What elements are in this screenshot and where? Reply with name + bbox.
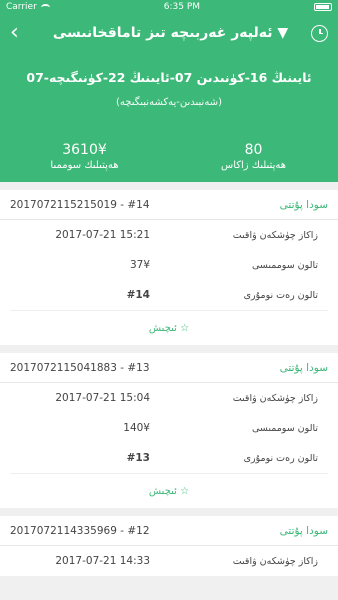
order-amount-row: 140¥ تالون سوممىسى bbox=[10, 413, 318, 443]
weekly-orders-value: 80 bbox=[244, 142, 263, 158]
order-time-label: زاكاز چۈشكەن ۋاقىت bbox=[232, 229, 318, 241]
store-title-dropdown[interactable]: ئەلپەر غەربىچە تىز تاماقخانىسى ▼ bbox=[53, 25, 288, 41]
back-button[interactable]: ‹ bbox=[10, 22, 30, 44]
order-card[interactable]: 2017072114335969 - #12 سودا پۇتتى 2017-0… bbox=[0, 516, 338, 576]
nav-bar: ‹ ئەلپەر غەربىچە تىز تاماقخانىسى ▼ bbox=[0, 14, 338, 52]
status-time: 6:35 PM bbox=[163, 2, 201, 12]
order-ticket-value: #14 bbox=[126, 289, 150, 301]
status-bar: Carrier 6:35 PM bbox=[0, 0, 338, 14]
order-ticket-row: #14 تالون رەت نومۇرى bbox=[10, 280, 318, 310]
weekly-stats: 3610¥ ھەپتىلىك سوممىا 80 ھەپتىلىك زاكاس bbox=[0, 142, 338, 171]
order-ticket-label: تالون رەت نومۇرى bbox=[243, 289, 318, 301]
order-time-value: 2017-07-21 14:33 bbox=[55, 555, 150, 567]
order-time-value: 2017-07-21 15:21 bbox=[55, 229, 150, 241]
order-number: 2017072114335969 - #12 bbox=[10, 524, 150, 537]
order-card-header: 2017072115215019 - #14 سودا پۇتتى bbox=[0, 190, 338, 220]
order-amount-row: 37¥ تالون سوممىسى bbox=[10, 250, 318, 280]
wifi-icon bbox=[40, 3, 50, 11]
expand-button[interactable]: ئىچىش ☆ bbox=[10, 473, 328, 508]
order-amount-value: 37¥ bbox=[129, 259, 150, 271]
order-time-label: زاكاز چۈشكەن ۋاقىت bbox=[232, 392, 318, 404]
order-card-header: 2017072114335969 - #12 سودا پۇتتى bbox=[0, 516, 338, 546]
order-time-row: 2017-07-21 15:04 زاكاز چۈشكەن ۋاقىت bbox=[10, 383, 318, 413]
order-amount-label: تالون سوممىسى bbox=[251, 259, 318, 271]
order-amount-label: تالون سوممىسى bbox=[251, 422, 318, 434]
carrier-label: Carrier bbox=[6, 2, 37, 12]
store-title: ئەلپەر غەربىچە تىز تاماقخانىسى ▼ bbox=[52, 25, 289, 41]
order-status: سودا پۇتتى bbox=[279, 198, 328, 211]
weekly-orders-label: ھەپتىلىك زاكاس bbox=[220, 160, 286, 171]
order-card[interactable]: 2017072115215019 - #14 سودا پۇتتى 2017-0… bbox=[0, 190, 338, 345]
order-amount-value: 140¥ bbox=[123, 422, 150, 434]
order-time-row: 2017-07-21 14:33 زاكاز چۈشكەن ۋاقىت bbox=[10, 546, 318, 576]
order-card[interactable]: 2017072115041883 - #13 سودا پۇتتى 2017-0… bbox=[0, 353, 338, 508]
date-range-subtitle: (شەنبىدىن-يەكشەنبىگىچە) bbox=[116, 97, 222, 108]
order-time-row: 2017-07-21 15:21 زاكاز چۈشكەن ۋاقىت bbox=[10, 220, 318, 250]
expand-button[interactable]: ئىچىش ☆ bbox=[10, 310, 328, 345]
order-card-header: 2017072115041883 - #13 سودا پۇتتى bbox=[0, 353, 338, 383]
weekly-amount-value: 3610¥ bbox=[62, 142, 107, 158]
date-range: 07-ئايىنىڭ 16-كۈنىدىن 07-ئايىنىڭ 22-كۈنى… bbox=[26, 70, 312, 85]
order-time-value: 2017-07-21 15:04 bbox=[55, 392, 150, 404]
order-status: سودا پۇتتى bbox=[279, 524, 328, 537]
order-ticket-row: #13 تالون رەت نومۇرى bbox=[10, 443, 318, 473]
order-number: 2017072115215019 - #14 bbox=[10, 198, 150, 211]
order-ticket-value: #13 bbox=[126, 452, 150, 464]
order-ticket-label: تالون رەت نومۇرى bbox=[243, 452, 318, 464]
weekly-amount-label: ھەپتىلىك سوممىا bbox=[50, 160, 119, 171]
order-time-label: زاكاز چۈشكەن ۋاقىت bbox=[232, 555, 318, 567]
weekly-orders: 80 ھەپتىلىك زاكاس bbox=[169, 142, 338, 171]
order-status: سودا پۇتتى bbox=[279, 361, 328, 374]
battery-icon bbox=[313, 3, 332, 11]
order-number: 2017072115041883 - #13 bbox=[10, 361, 150, 374]
summary-header: ‹ ئەلپەر غەربىچە تىز تاماقخانىسى ▼ 07-ئا… bbox=[0, 14, 338, 182]
clock-icon[interactable] bbox=[311, 24, 328, 42]
weekly-amount: 3610¥ ھەپتىلىك سوممىا bbox=[0, 142, 169, 171]
